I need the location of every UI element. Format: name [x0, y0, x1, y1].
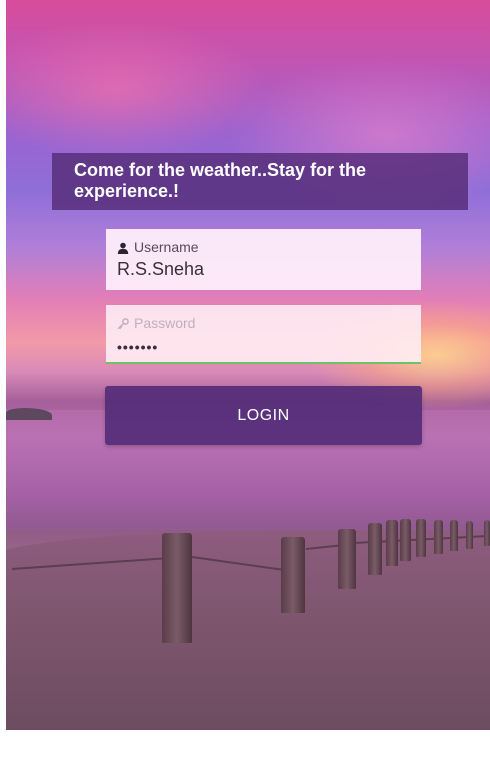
fence-post [400, 519, 411, 561]
fence-post [162, 533, 192, 643]
fence-post [386, 520, 398, 566]
fence-post [434, 520, 443, 554]
cloud-glow [6, 20, 266, 160]
username-label-row: Username [117, 239, 421, 255]
username-label: Username [134, 239, 199, 255]
beach [6, 530, 490, 730]
password-label: Password [134, 315, 196, 331]
password-label-row: Password [117, 315, 421, 331]
fence-post [338, 529, 356, 589]
fence-post [368, 523, 382, 575]
user-icon [117, 241, 129, 254]
password-field[interactable]: Password ••••••• [106, 305, 421, 364]
headland [6, 408, 52, 420]
login-button[interactable]: LOGIN [105, 386, 422, 445]
fence-post [416, 519, 426, 557]
key-icon [117, 317, 129, 330]
username-input[interactable]: R.S.Sneha [117, 259, 421, 279]
login-screen: Come for the weather..Stay for the exper… [6, 0, 490, 730]
fence-post [281, 537, 305, 613]
tagline-banner: Come for the weather..Stay for the exper… [52, 153, 468, 210]
username-field[interactable]: Username R.S.Sneha [106, 229, 421, 290]
password-input[interactable]: ••••••• [117, 337, 421, 357]
fence-post [450, 520, 458, 551]
fence-post [466, 521, 473, 549]
fence-post [484, 520, 490, 546]
